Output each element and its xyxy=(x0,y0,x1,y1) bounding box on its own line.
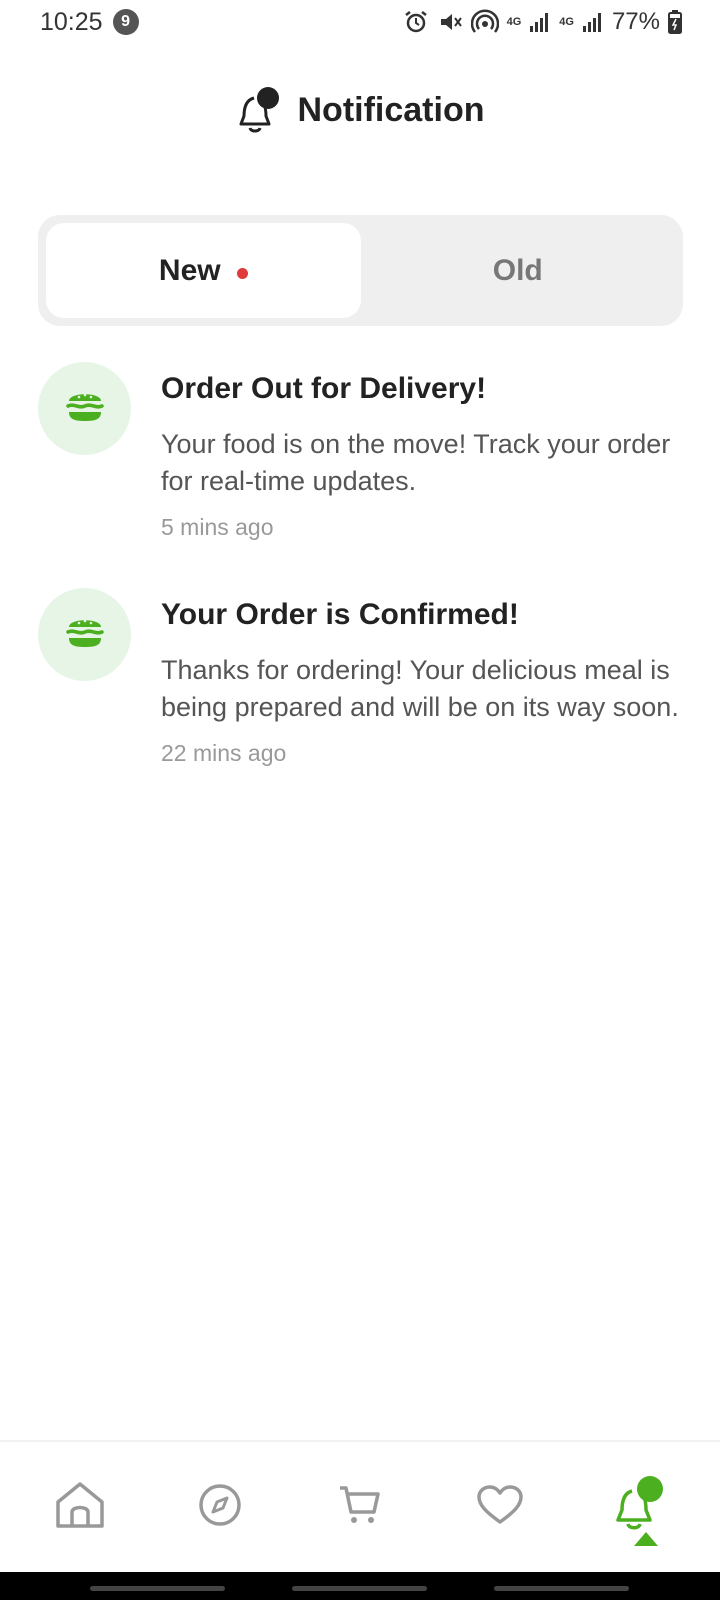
notification-title: Order Out for Delivery! xyxy=(161,372,487,405)
home-icon xyxy=(54,1480,106,1535)
burger-icon xyxy=(65,614,104,655)
tab-old[interactable]: Old xyxy=(361,223,676,318)
notification-time: 22 mins ago xyxy=(161,740,287,766)
status-bar: 10:25 9 4G 4G 77% xyxy=(0,0,720,44)
nav-home[interactable] xyxy=(35,1462,125,1552)
system-navigation-bar xyxy=(0,1572,720,1600)
page-header: Notification xyxy=(0,80,720,140)
notification-list: Order Out for Delivery! Your food is on … xyxy=(38,362,683,814)
page-title: Notification xyxy=(297,90,485,129)
notification-item[interactable]: Your Order is Confirmed! Thanks for orde… xyxy=(38,588,683,767)
status-right: 4G 4G 77% xyxy=(403,8,682,36)
system-back-gesture[interactable] xyxy=(90,1586,225,1591)
notification-count-badge: 9 xyxy=(112,9,139,35)
notification-avatar xyxy=(38,362,131,455)
cart-icon xyxy=(338,1484,382,1531)
tab-new[interactable]: New xyxy=(46,223,361,318)
bell-icon xyxy=(614,1475,666,1540)
battery-icon xyxy=(668,10,682,34)
heart-icon xyxy=(476,1484,524,1530)
notification-text: Thanks for ordering! Your delicious meal… xyxy=(161,655,679,722)
signal-icon-1 xyxy=(529,11,551,33)
nav-cart[interactable] xyxy=(315,1462,405,1552)
status-time: 10:25 xyxy=(40,7,103,36)
battery-percent: 77% xyxy=(611,8,660,35)
signal-icon-2 xyxy=(582,11,604,33)
alarm-icon xyxy=(403,9,429,35)
notification-time: 5 mins ago xyxy=(161,514,274,540)
system-recents-gesture[interactable] xyxy=(494,1586,629,1591)
tab-old-label: Old xyxy=(492,253,543,287)
bell-icon xyxy=(236,86,280,134)
nav-favorites[interactable] xyxy=(455,1462,545,1552)
notification-tabs: New Old xyxy=(38,215,683,326)
burger-icon xyxy=(65,388,104,429)
notification-screen: 10:25 9 4G 4G 77% Notification New Old O… xyxy=(0,0,720,1600)
notification-avatar xyxy=(38,588,131,681)
notification-text: Your food is on the move! Track your ord… xyxy=(161,429,671,496)
active-nav-indicator xyxy=(634,1532,658,1546)
new-indicator-dot xyxy=(236,268,248,279)
hotspot-icon xyxy=(470,9,499,35)
network-type-2: 4G xyxy=(559,15,574,28)
tab-new-label: New xyxy=(158,253,221,287)
notification-body: Order Out for Delivery! Your food is on … xyxy=(161,362,683,541)
compass-icon xyxy=(198,1483,242,1532)
notification-title: Your Order is Confirmed! xyxy=(161,598,519,631)
mute-icon xyxy=(437,9,463,35)
bottom-navigation xyxy=(0,1440,720,1572)
notification-item[interactable]: Order Out for Delivery! Your food is on … xyxy=(38,362,683,541)
system-home-gesture[interactable] xyxy=(292,1586,427,1591)
status-left: 10:25 9 xyxy=(40,8,139,37)
network-type-1: 4G xyxy=(506,15,522,28)
nav-explore[interactable] xyxy=(175,1462,265,1552)
notification-body: Your Order is Confirmed! Thanks for orde… xyxy=(161,588,683,767)
